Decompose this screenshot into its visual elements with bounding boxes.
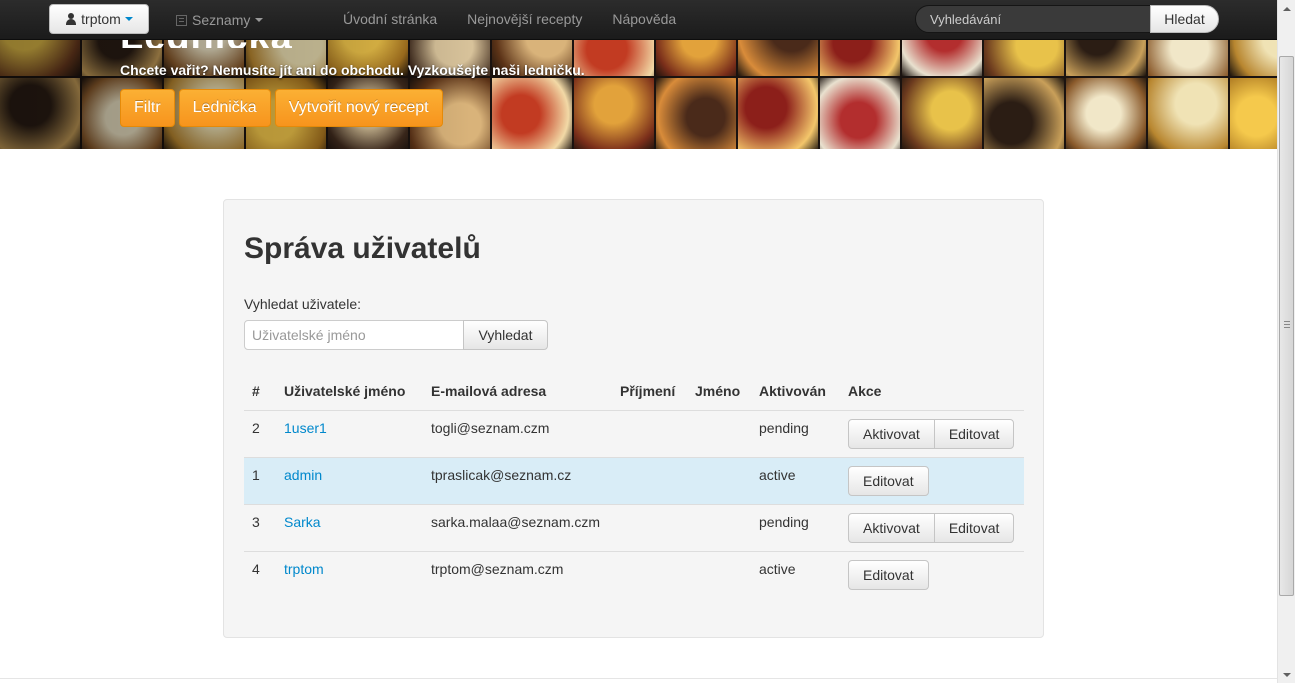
column-header-activated: Aktivován <box>759 382 826 399</box>
cell-surname <box>612 409 687 457</box>
cell-actions: Editovat <box>840 550 1024 598</box>
list-icon <box>176 14 187 26</box>
column-header-actions: Akce <box>848 382 882 399</box>
chevron-down-icon <box>124 17 133 21</box>
lists-menu[interactable]: Seznamy <box>176 0 264 40</box>
username-link[interactable]: trptom <box>284 561 324 577</box>
cell-actions: Aktivovat Editovat <box>840 503 1024 551</box>
table-header-row: # Uživatelské jméno E-mailová adresa Pří… <box>244 372 1024 410</box>
table-row: 1 admin tpraslicak@seznam.cz active Edit… <box>244 456 1024 504</box>
cell-id: 3 <box>244 503 276 551</box>
user-search-button[interactable]: Vyhledat <box>463 320 548 350</box>
user-search-group: Vyhledat <box>244 320 548 350</box>
cell-username: trptom <box>276 550 423 598</box>
cell-surname <box>612 503 687 551</box>
activate-button[interactable]: Aktivovat <box>848 512 935 543</box>
scrollbar-thumb[interactable] <box>1279 56 1294 596</box>
cell-name <box>687 409 751 457</box>
user-search-label: Vyhledat uživatele: <box>244 296 361 312</box>
column-header-id: # <box>252 382 260 399</box>
nav-link-newest-recipes[interactable]: Nejnovější recepty <box>452 0 597 40</box>
username-link[interactable]: 1user1 <box>284 420 327 436</box>
column-header-username: Uživatelské jméno <box>284 382 406 399</box>
footer-divider <box>0 678 1277 679</box>
navbar-search: Hledat <box>915 5 1219 33</box>
cell-name <box>687 503 751 551</box>
username-search-input[interactable] <box>244 320 464 350</box>
cell-email: trptom@seznam.czm <box>423 550 612 598</box>
edit-button[interactable]: Editovat <box>848 559 929 590</box>
column-header-name: Jméno <box>695 382 741 399</box>
cell-email: sarka.malaa@seznam.czm <box>423 503 612 551</box>
scroll-up-arrow-icon[interactable] <box>1278 0 1295 17</box>
cell-status: active <box>751 550 840 598</box>
page-title: Správa uživatelů <box>244 232 481 265</box>
cell-username: 1user1 <box>276 409 423 457</box>
cell-email: tpraslicak@seznam.cz <box>423 456 612 504</box>
cell-username: Sarka <box>276 503 423 551</box>
cell-name <box>687 550 751 598</box>
username-link[interactable]: admin <box>284 467 322 483</box>
cell-surname <box>612 550 687 598</box>
user-management-panel: Správa uživatelů Vyhledat uživatele: Vyh… <box>223 199 1044 638</box>
action-button-group: Editovat <box>848 559 929 590</box>
edit-button[interactable]: Editovat <box>848 465 929 496</box>
table-row: 2 1user1 togli@seznam.czm pending Aktivo… <box>244 409 1024 457</box>
cell-id: 4 <box>244 550 276 598</box>
hero-button-group: Filtr Lednička Vytvořit nový recept <box>120 89 443 127</box>
cell-status: active <box>751 456 840 504</box>
user-menu-label: trptom <box>81 11 121 27</box>
hero-banner: Lednička Chcete vařit? Nemusíte jít ani … <box>0 40 1277 149</box>
edit-button[interactable]: Editovat <box>933 512 1015 543</box>
cell-email: togli@seznam.czm <box>423 409 612 457</box>
cell-actions: Editovat <box>840 456 1024 504</box>
hero-tagline: Chcete vařit? Nemusíte jít ani do obchod… <box>120 62 585 78</box>
navbar-search-input[interactable] <box>915 5 1151 33</box>
fridge-button[interactable]: Lednička <box>178 89 271 127</box>
action-button-group: Aktivovat Editovat <box>848 512 1015 543</box>
column-header-surname: Příjmení <box>620 382 676 399</box>
nav-link-home[interactable]: Úvodní stránka <box>328 0 452 40</box>
chevron-down-icon <box>255 18 264 22</box>
action-button-group: Editovat <box>848 465 929 496</box>
action-button-group: Aktivovat Editovat <box>848 418 1015 449</box>
cell-status: pending <box>751 409 840 457</box>
cell-id: 2 <box>244 409 276 457</box>
username-link[interactable]: Sarka <box>284 514 321 530</box>
nav-link-help[interactable]: Nápověda <box>597 0 691 40</box>
nav-links: Úvodní stránka Nejnovější recepty Nápově… <box>328 0 691 40</box>
users-table: # Uživatelské jméno E-mailová adresa Pří… <box>244 372 1024 598</box>
cell-surname <box>612 456 687 504</box>
cell-actions: Aktivovat Editovat <box>840 409 1024 457</box>
vertical-scrollbar[interactable] <box>1277 0 1295 683</box>
cell-status: pending <box>751 503 840 551</box>
scroll-down-arrow-icon[interactable] <box>1278 666 1295 683</box>
edit-button[interactable]: Editovat <box>933 418 1015 449</box>
cell-id: 1 <box>244 456 276 504</box>
user-icon <box>65 13 77 25</box>
lists-menu-label: Seznamy <box>192 12 251 28</box>
hero-title-fragment: Lednička <box>120 40 293 48</box>
table-row: 4 trptom trptom@seznam.czm active Editov… <box>244 550 1024 598</box>
user-menu-button[interactable]: trptom <box>49 4 149 34</box>
navbar-search-button[interactable]: Hledat <box>1150 5 1219 33</box>
cell-username: admin <box>276 456 423 504</box>
filter-button[interactable]: Filtr <box>120 89 175 127</box>
create-recipe-button[interactable]: Vytvořit nový recept <box>274 89 443 127</box>
table-row: 3 Sarka sarka.malaa@seznam.czm pending A… <box>244 503 1024 551</box>
cell-name <box>687 456 751 504</box>
column-header-email: E-mailová adresa <box>431 382 547 399</box>
activate-button[interactable]: Aktivovat <box>848 418 935 449</box>
top-navbar: trptom Seznamy Úvodní stránka Nejnovější… <box>0 0 1277 40</box>
